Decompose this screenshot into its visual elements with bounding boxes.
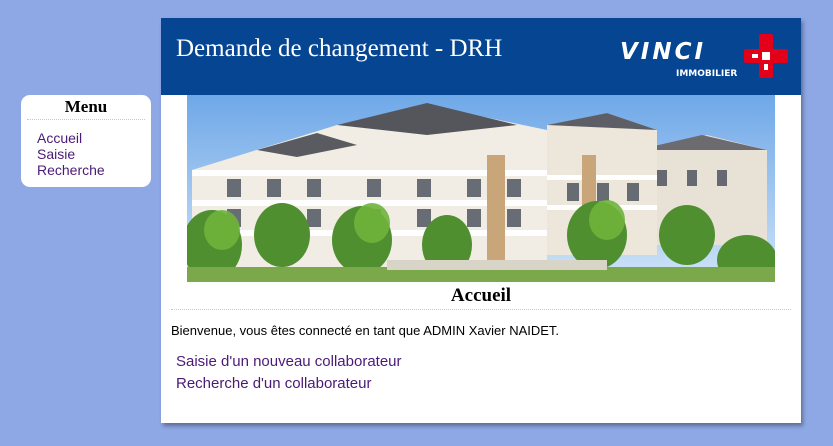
header-banner: Demande de changement - DRH VINCI IMMOBI… xyxy=(161,18,801,95)
welcome-message: Bienvenue, vous êtes connecté en tant qu… xyxy=(171,323,560,338)
menu-item-recherche[interactable]: Recherche xyxy=(37,162,151,178)
new-employee-link[interactable]: Saisie d'un nouveau collaborateur xyxy=(176,353,402,370)
menu-title: Menu xyxy=(27,95,145,120)
logo-text: VINCI xyxy=(620,39,706,65)
page-title: Accueil xyxy=(171,285,791,310)
menu-list: Accueil Saisie Recherche xyxy=(21,120,151,178)
vinci-immobilier-logo: VINCI IMMOBILIER xyxy=(620,34,788,79)
search-employee-link[interactable]: Recherche d'un collaborateur xyxy=(176,375,371,392)
logo-subtext: IMMOBILIER xyxy=(676,69,737,79)
building-photo xyxy=(187,95,775,282)
menu-item-saisie[interactable]: Saisie xyxy=(37,146,151,162)
main-panel: Demande de changement - DRH VINCI IMMOBI… xyxy=(161,18,801,423)
side-menu: Menu Accueil Saisie Recherche xyxy=(21,95,151,187)
menu-item-accueil[interactable]: Accueil xyxy=(37,130,151,146)
app-title: Demande de changement - DRH xyxy=(176,35,503,62)
logo-cross-icon xyxy=(744,34,788,78)
